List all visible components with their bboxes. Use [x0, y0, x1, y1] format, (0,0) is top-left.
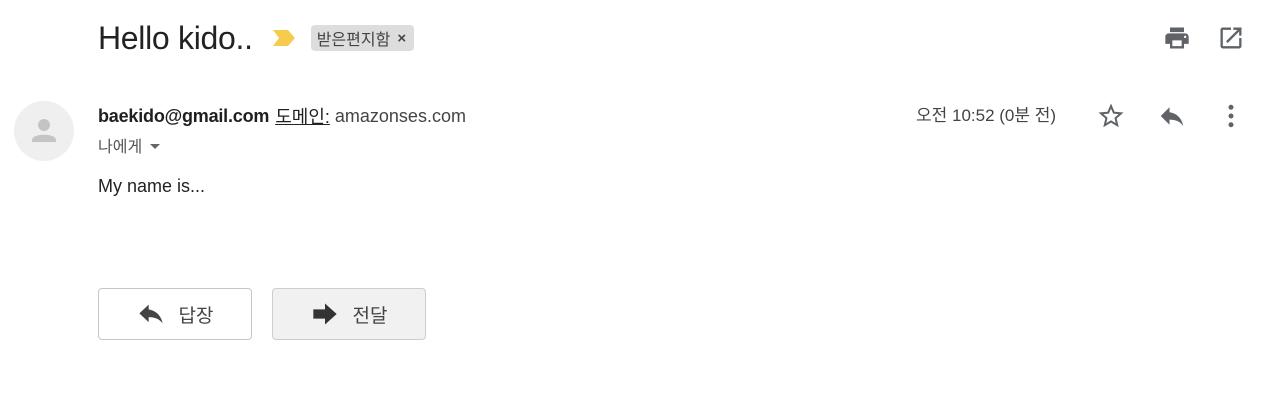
mailed-by-domain-value: amazonses.com — [334, 105, 466, 126]
email-view: Hello kido.. 받은편지함 × baekido@gmail.com 도… — [0, 0, 1261, 410]
person-avatar-icon — [32, 119, 56, 142]
label-chip-text: 받은편지함 — [316, 32, 391, 49]
open-in-new-window-icon[interactable] — [1217, 24, 1245, 52]
importance-marker-icon[interactable] — [271, 28, 297, 48]
email-timestamp: 오전 10:52 (0분 전) — [916, 106, 1057, 125]
email-body: My name is... — [98, 176, 206, 196]
sender-row: baekido@gmail.com 도메인: amazonses.com — [98, 104, 466, 128]
chevron-down-icon — [150, 143, 161, 149]
forward-arrow-icon — [312, 303, 337, 325]
print-icon[interactable] — [1163, 24, 1191, 52]
label-chip-inbox: 받은편지함 × — [310, 25, 415, 51]
recipient-dropdown[interactable]: 나에게 — [98, 134, 161, 156]
sender-email[interactable]: baekido@gmail.com — [98, 106, 269, 127]
reply-button[interactable]: 답장 — [98, 288, 252, 340]
forward-button[interactable]: 전달 — [272, 288, 426, 340]
remove-label-button[interactable]: × — [397, 31, 406, 46]
subject-row: Hello kido.. 받은편지함 × — [98, 18, 415, 58]
sender-avatar[interactable] — [14, 101, 74, 161]
reply-icon — [138, 304, 163, 324]
forward-button-label: 전달 — [352, 305, 388, 327]
more-vert-icon[interactable] — [1216, 101, 1246, 131]
reply-icon[interactable] — [1157, 101, 1187, 131]
email-subject: Hello kido.. — [98, 19, 253, 56]
mailed-by-domain-label[interactable]: 도메인: — [275, 103, 330, 129]
star-icon[interactable] — [1096, 101, 1126, 131]
recipient-label: 나에게 — [98, 139, 143, 156]
reply-button-label: 답장 — [178, 305, 214, 327]
